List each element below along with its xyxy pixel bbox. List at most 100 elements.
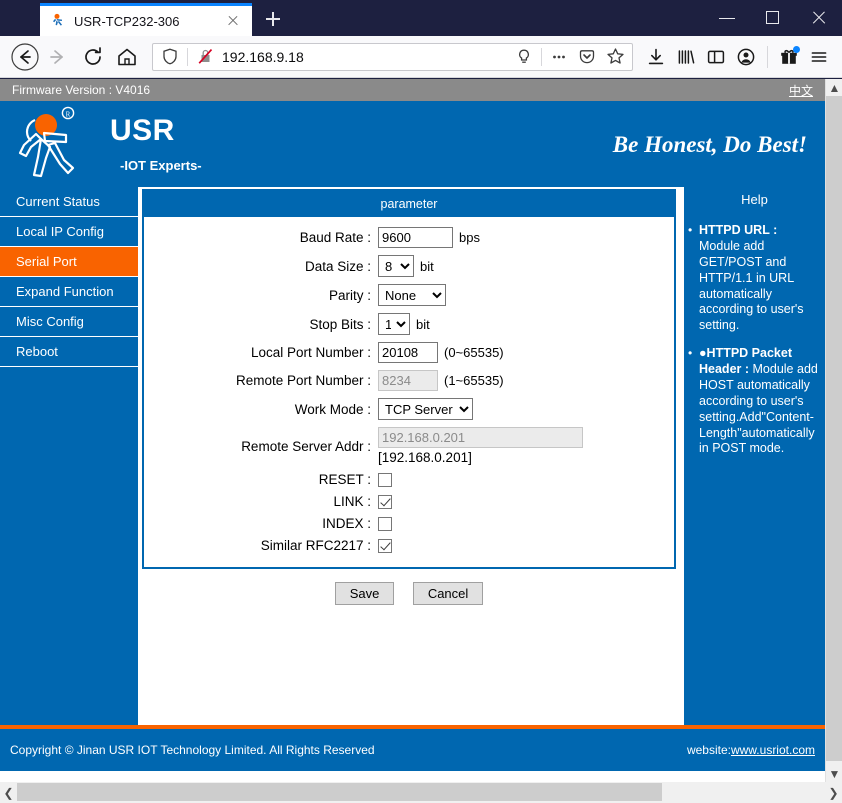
window-minimize-button[interactable] bbox=[704, 0, 750, 36]
sidebar-item-reboot[interactable]: Reboot bbox=[0, 337, 138, 367]
horizontal-scrollbar[interactable]: ❮ ❯ bbox=[0, 782, 842, 803]
work-mode-label: Work Mode : bbox=[294, 401, 371, 417]
brand-name: USR bbox=[110, 113, 175, 147]
rfc2217-checkbox[interactable] bbox=[378, 538, 392, 553]
usr-runner-logo: R bbox=[0, 101, 110, 187]
page-action-icon[interactable] bbox=[513, 46, 535, 68]
browser-titlebar: USR-TCP232-306 bbox=[0, 0, 842, 36]
tab-close-icon[interactable] bbox=[224, 12, 242, 30]
home-icon[interactable] bbox=[110, 40, 144, 74]
index-checkbox[interactable] bbox=[378, 516, 392, 531]
remote-port-range: (1~65535) bbox=[444, 373, 504, 388]
field-row-parity: Parity : None bbox=[144, 284, 674, 306]
account-icon[interactable] bbox=[731, 42, 761, 72]
parity-select[interactable]: None bbox=[378, 284, 446, 306]
tab-strip: USR-TCP232-306 bbox=[0, 0, 288, 36]
parameter-form: Baud Rate : bps Data Size : bbox=[144, 217, 674, 567]
new-tab-button[interactable] bbox=[258, 4, 288, 34]
page-footer: Copyright © Jinan USR IOT Technology Lim… bbox=[0, 729, 825, 771]
remote-server-addr-note: [192.168.0.201] bbox=[378, 450, 472, 465]
browser-window: USR-TCP232-306 192.168.9.18 Firmware Ver… bbox=[0, 0, 842, 803]
reset-checkbox[interactable] bbox=[378, 472, 392, 487]
urlbar-separator bbox=[187, 47, 188, 66]
banner-slogan: Be Honest, Do Best! bbox=[612, 132, 807, 157]
window-maximize-button[interactable] bbox=[750, 0, 796, 36]
local-port-label: Local Port Number : bbox=[250, 345, 371, 360]
field-row-work-mode: Work Mode : TCP Server bbox=[144, 398, 674, 420]
sidebar-icon[interactable] bbox=[701, 42, 731, 72]
horizontal-scroll-thumb[interactable] bbox=[17, 783, 662, 801]
help-text: Module add GET/POST and HTTP/1.1 in URL … bbox=[699, 238, 804, 333]
website-link[interactable]: www.usriot.com bbox=[731, 743, 815, 757]
address-bar[interactable]: 192.168.9.18 bbox=[152, 42, 633, 71]
local-port-input[interactable] bbox=[378, 342, 438, 363]
pocket-icon[interactable] bbox=[576, 46, 598, 68]
field-row-data-size: Data Size : 8 bit bbox=[144, 255, 674, 277]
remote-server-addr-input[interactable] bbox=[378, 427, 583, 448]
bullet-icon: • bbox=[688, 346, 693, 361]
parity-label: Parity : bbox=[328, 287, 371, 303]
vertical-scroll-thumb[interactable] bbox=[826, 96, 842, 761]
parameter-panel: parameter Baud Rate : bps Data Size : bbox=[142, 189, 676, 569]
reload-icon[interactable] bbox=[76, 40, 110, 74]
url-text[interactable]: 192.168.9.18 bbox=[222, 49, 507, 65]
back-icon[interactable] bbox=[8, 40, 42, 74]
horizontal-scroll-track[interactable] bbox=[17, 782, 825, 803]
work-mode-select[interactable]: TCP Server bbox=[378, 398, 473, 420]
baud-rate-input[interactable] bbox=[378, 227, 453, 248]
baud-rate-label: Baud Rate : bbox=[299, 230, 371, 245]
vertical-scrollbar[interactable]: ▲ ▼ bbox=[825, 79, 842, 782]
scroll-down-arrow[interactable]: ▼ bbox=[826, 765, 842, 782]
menu-hamburger-icon[interactable] bbox=[804, 42, 834, 72]
scroll-left-arrow[interactable]: ❮ bbox=[0, 782, 17, 803]
remote-port-label: Remote Port Number : bbox=[235, 373, 371, 388]
window-close-button[interactable] bbox=[796, 0, 842, 36]
downloads-icon[interactable] bbox=[641, 42, 671, 72]
panel-title: parameter bbox=[144, 191, 674, 217]
rfc2217-label: Similar RFC2217 : bbox=[260, 538, 371, 553]
scroll-right-arrow[interactable]: ❯ bbox=[825, 782, 842, 803]
sidebar-item-label: Expand Function bbox=[16, 284, 114, 299]
lock-disabled-icon[interactable] bbox=[194, 46, 216, 68]
sidebar-item-expand-function[interactable]: Expand Function bbox=[0, 277, 138, 307]
save-button[interactable]: Save bbox=[334, 582, 395, 605]
copyright-text: Copyright © Jinan USR IOT Technology Lim… bbox=[10, 743, 375, 757]
gift-icon[interactable] bbox=[774, 42, 804, 72]
svg-text:R: R bbox=[66, 111, 71, 119]
data-size-select[interactable]: 8 bbox=[378, 255, 414, 277]
link-checkbox[interactable] bbox=[378, 494, 392, 509]
remote-port-input[interactable] bbox=[378, 370, 438, 391]
sidebar-item-misc-config[interactable]: Misc Config bbox=[0, 307, 138, 337]
scroll-up-arrow[interactable]: ▲ bbox=[826, 79, 842, 96]
sidebar-filler bbox=[0, 367, 138, 713]
field-row-index: INDEX : bbox=[144, 516, 674, 531]
browser-navbar: 192.168.9.18 bbox=[0, 36, 842, 78]
field-row-baud-rate: Baud Rate : bps bbox=[144, 227, 674, 248]
stop-bits-select[interactable]: 1 bbox=[378, 313, 410, 335]
sidebar-item-label: Reboot bbox=[16, 344, 58, 359]
help-text: Module add HOST automatically according … bbox=[699, 362, 818, 456]
sidebar-item-current-status[interactable]: Current Status bbox=[0, 187, 138, 217]
gift-notification-dot bbox=[793, 45, 800, 53]
index-label: INDEX : bbox=[322, 516, 371, 531]
firmware-bar: Firmware Version : V4016 中文 bbox=[0, 79, 825, 101]
page-viewport: Firmware Version : V4016 中文 R USR -IOT E… bbox=[0, 79, 842, 803]
library-icon[interactable] bbox=[671, 42, 701, 72]
web-page: Firmware Version : V4016 中文 R USR -IOT E… bbox=[0, 79, 825, 782]
data-size-unit: bit bbox=[420, 258, 434, 274]
sidebar-item-serial-port[interactable]: Serial Port bbox=[0, 247, 138, 277]
language-toggle-link[interactable]: 中文 bbox=[789, 82, 813, 99]
forward-icon bbox=[42, 40, 76, 74]
cancel-button[interactable]: Cancel bbox=[412, 582, 484, 605]
help-title: Help bbox=[684, 187, 825, 213]
ellipsis-icon[interactable] bbox=[548, 46, 570, 68]
firmware-version-label: Firmware Version : V4016 bbox=[12, 83, 151, 97]
help-item: • ●HTTPD Packet Header : Module add HOST… bbox=[688, 346, 821, 457]
link-label: LINK : bbox=[333, 494, 371, 509]
shield-icon[interactable] bbox=[159, 46, 181, 68]
help-panel: Help • HTTPD URL : Module add GET/POST a… bbox=[684, 187, 825, 725]
bookmark-star-icon[interactable] bbox=[604, 46, 626, 68]
browser-tab[interactable]: USR-TCP232-306 bbox=[40, 3, 252, 36]
sidebar-item-local-ip-config[interactable]: Local IP Config bbox=[0, 217, 138, 247]
main-content: parameter Baud Rate : bps Data Size : bbox=[138, 187, 682, 605]
